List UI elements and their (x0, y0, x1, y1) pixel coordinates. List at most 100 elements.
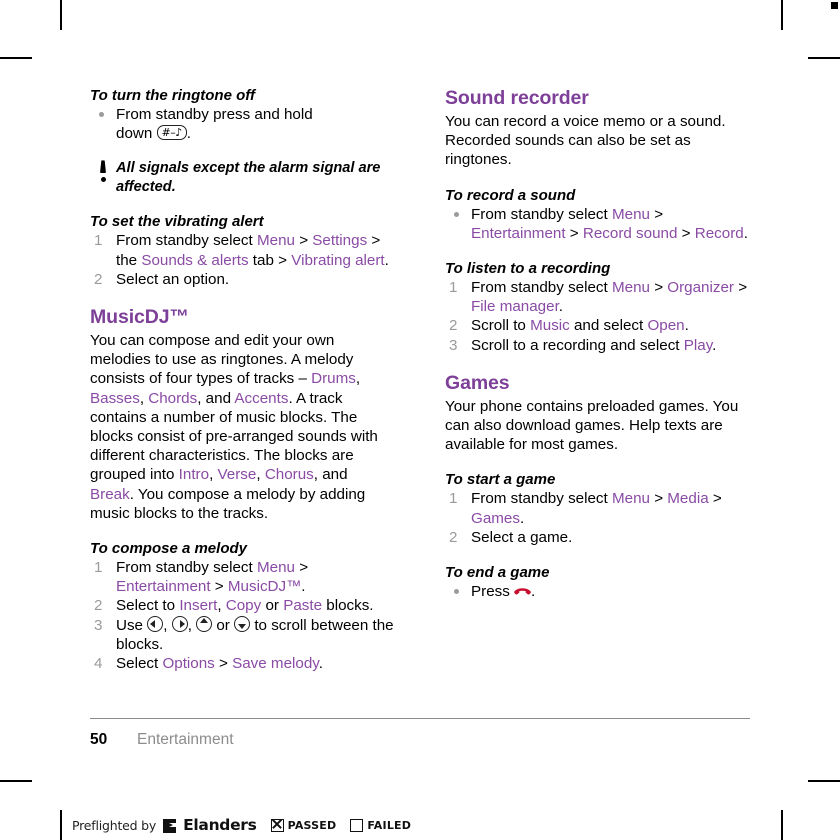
list-item: 4 Select Options > Save melody. (90, 654, 395, 673)
heading-to-listen-to-a-recording: To listen to a recording (445, 260, 611, 278)
text-run: Scroll to a recording and select (471, 336, 684, 354)
ui-reference: Sounds & alerts (141, 251, 249, 269)
passed-label: PASSED (287, 818, 337, 832)
footer-divider (90, 718, 750, 720)
ui-reference: Drums (311, 370, 356, 388)
ui-reference: Media (667, 490, 709, 508)
list-item: 1 From standby select Menu > Settings > t… (90, 231, 395, 269)
ui-reference: Menu (256, 559, 295, 577)
step-text: From standby select Menu > Organizer > F… (471, 279, 747, 315)
separator: , (163, 616, 172, 634)
end-call-icon (514, 583, 531, 595)
step-text-period: . (186, 125, 192, 143)
nav-left-key-icon (147, 615, 164, 632)
text-run: or (261, 597, 284, 615)
ui-reference: Chorus (264, 466, 314, 484)
text-run: > (649, 279, 668, 297)
ui-reference: Accents (234, 389, 289, 407)
ui-reference: MusicDJ™ (227, 578, 302, 596)
list-item: 1 From standby select Menu > Organizer > … (445, 278, 750, 316)
ui-reference: Record (694, 224, 744, 242)
nav-right-key-icon (171, 615, 188, 632)
list-item: 3 Use , , or to scroll between the block… (90, 615, 395, 654)
text-run: Select (116, 655, 163, 673)
nav-down-key-icon (234, 615, 251, 632)
list-item: From standby press and hold down #–♪. (90, 105, 395, 143)
ui-reference: Record sound (582, 224, 678, 242)
ui-reference: Intro (178, 466, 210, 484)
list-item: 1 From standby select Menu > Entertainme… (90, 558, 395, 596)
heading-sound-recorder: Sound recorder (445, 87, 589, 109)
elanders-logo-icon (163, 818, 177, 833)
text-run: Select a game. (471, 528, 573, 546)
heading-musicdj: MusicDJ™ (90, 306, 189, 329)
step-text-pre: Use (116, 616, 148, 634)
separator: or (212, 616, 235, 634)
step-number: 3 (449, 336, 458, 354)
preflight-brand: Elanders (183, 816, 257, 834)
preflight-bar: Preflighted by Elanders PASSED FAILED (72, 816, 411, 834)
ui-reference: Save melody (232, 655, 319, 673)
step-text: Select Options > Save melody. (116, 655, 323, 672)
text-run: > (649, 205, 664, 223)
preflight-failed: FAILED (350, 818, 412, 832)
ui-reference: Menu (611, 279, 650, 297)
checkbox-failed-icon (350, 818, 364, 832)
text-run: . (301, 578, 306, 596)
step-text: Select a game. (471, 529, 572, 546)
exclamation-icon (98, 160, 108, 184)
crop-mark-bottom-left-horizontal (0, 780, 32, 782)
text-run: > (565, 224, 583, 242)
paragraph-sound-recorder: You can record a voice memo or a sound. … (445, 113, 726, 169)
step-number: 3 (94, 616, 103, 634)
text-run: > (210, 578, 228, 596)
text-run: . (684, 317, 689, 335)
manual-page: To turn the ringtone off From standby pr… (0, 0, 840, 780)
list-item: Press . (445, 582, 750, 601)
right-column: Sound recorder You can record a voice me… (445, 86, 750, 601)
text-run: . (712, 336, 717, 354)
text-run: From standby select (471, 279, 612, 297)
crop-mark-bottom-left-vertical (60, 810, 62, 840)
heading-to-end-a-game: To end a game (445, 564, 550, 582)
text-run: > (214, 655, 233, 673)
ui-reference: Copy (225, 597, 262, 615)
heading-to-set-vibrating-alert: To set the vibrating alert (90, 213, 264, 231)
list-item: 3 Scroll to a recording and select Play. (445, 336, 750, 355)
heading-to-turn-ringtone-off: To turn the ringtone off (90, 87, 255, 104)
text-run: , (355, 370, 361, 388)
step-number: 4 (94, 655, 103, 673)
bullet-icon (454, 211, 459, 217)
list-item: 2 Select a game. (445, 528, 750, 547)
failed-label: FAILED (367, 818, 412, 832)
ui-reference: Insert (179, 597, 218, 615)
text-run: Select an option. (116, 270, 230, 288)
step-number: 2 (449, 528, 458, 546)
step-number: 1 (94, 232, 103, 250)
ui-reference: Break (90, 485, 130, 503)
page-number: 50 (90, 731, 108, 748)
ui-reference: Verse (217, 466, 257, 484)
nav-up-key-icon (196, 615, 213, 632)
text-run: > (649, 490, 668, 508)
text-run: From standby select (471, 490, 612, 508)
ui-reference: Entertainment (471, 224, 566, 242)
step-text-line2: down (116, 125, 153, 143)
step-text-line1: From standby press and hold (116, 106, 313, 123)
text-run: > (294, 232, 313, 250)
text-run: . (558, 298, 564, 316)
list-start-game: 1 From standby select Menu > Media > Game… (445, 489, 750, 547)
text-run: Scroll to (471, 317, 531, 335)
checkbox-passed-icon (270, 818, 284, 832)
ui-reference: Open (647, 317, 685, 335)
heading-to-compose-a-melody: To compose a melody (90, 540, 247, 558)
preflight-label: Preflighted by (72, 817, 157, 833)
step-text: Select to Insert, Copy or Paste blocks. (116, 597, 374, 614)
ui-reference: Basses (90, 389, 140, 407)
left-column: To turn the ringtone off From standby pr… (90, 86, 395, 673)
separator: , (187, 616, 197, 634)
list-end-game: Press . (445, 582, 750, 601)
ui-reference: Paste (283, 597, 323, 615)
ui-reference: Games (471, 509, 520, 527)
step-number: 1 (449, 490, 458, 508)
